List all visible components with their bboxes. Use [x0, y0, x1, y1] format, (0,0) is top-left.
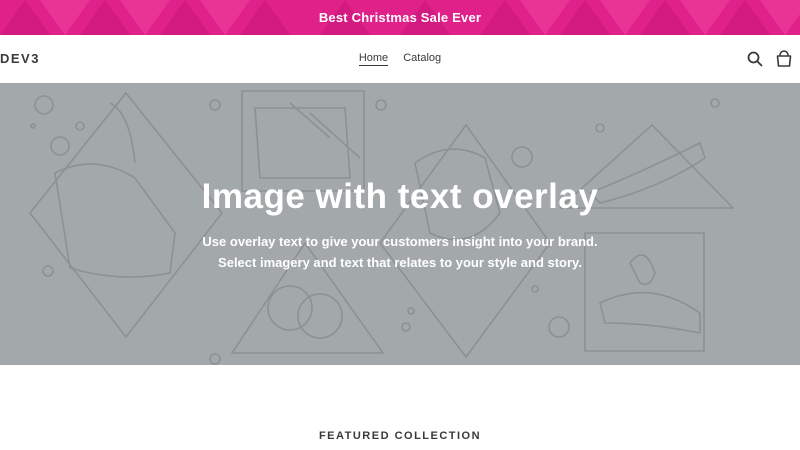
site-header: DEV3 Home Catalog: [0, 35, 800, 83]
announcement-text[interactable]: Best Christmas Sale Ever: [0, 0, 800, 35]
search-icon[interactable]: [746, 50, 764, 68]
nav-catalog[interactable]: Catalog: [403, 52, 441, 65]
cart-icon[interactable]: [775, 50, 793, 68]
hero-title: Image with text overlay: [201, 177, 599, 216]
announcement-bar[interactable]: Best Christmas Sale Ever: [0, 0, 800, 35]
main-nav: Home Catalog: [0, 52, 800, 66]
hero-subtitle-line1: Use overlay text to give your customers …: [202, 234, 598, 249]
nav-home[interactable]: Home: [358, 52, 389, 66]
hero-subtitle-line2: Select imagery and text that relates to …: [218, 255, 582, 270]
featured-collection-heading: FEATURED COLLECTION: [318, 430, 482, 442]
hero-illustration: [29, 90, 734, 365]
hero-subtitle: Use overlay text to give your customers …: [0, 231, 800, 273]
hero-banner: Image with text overlay Use overlay text…: [0, 83, 800, 365]
